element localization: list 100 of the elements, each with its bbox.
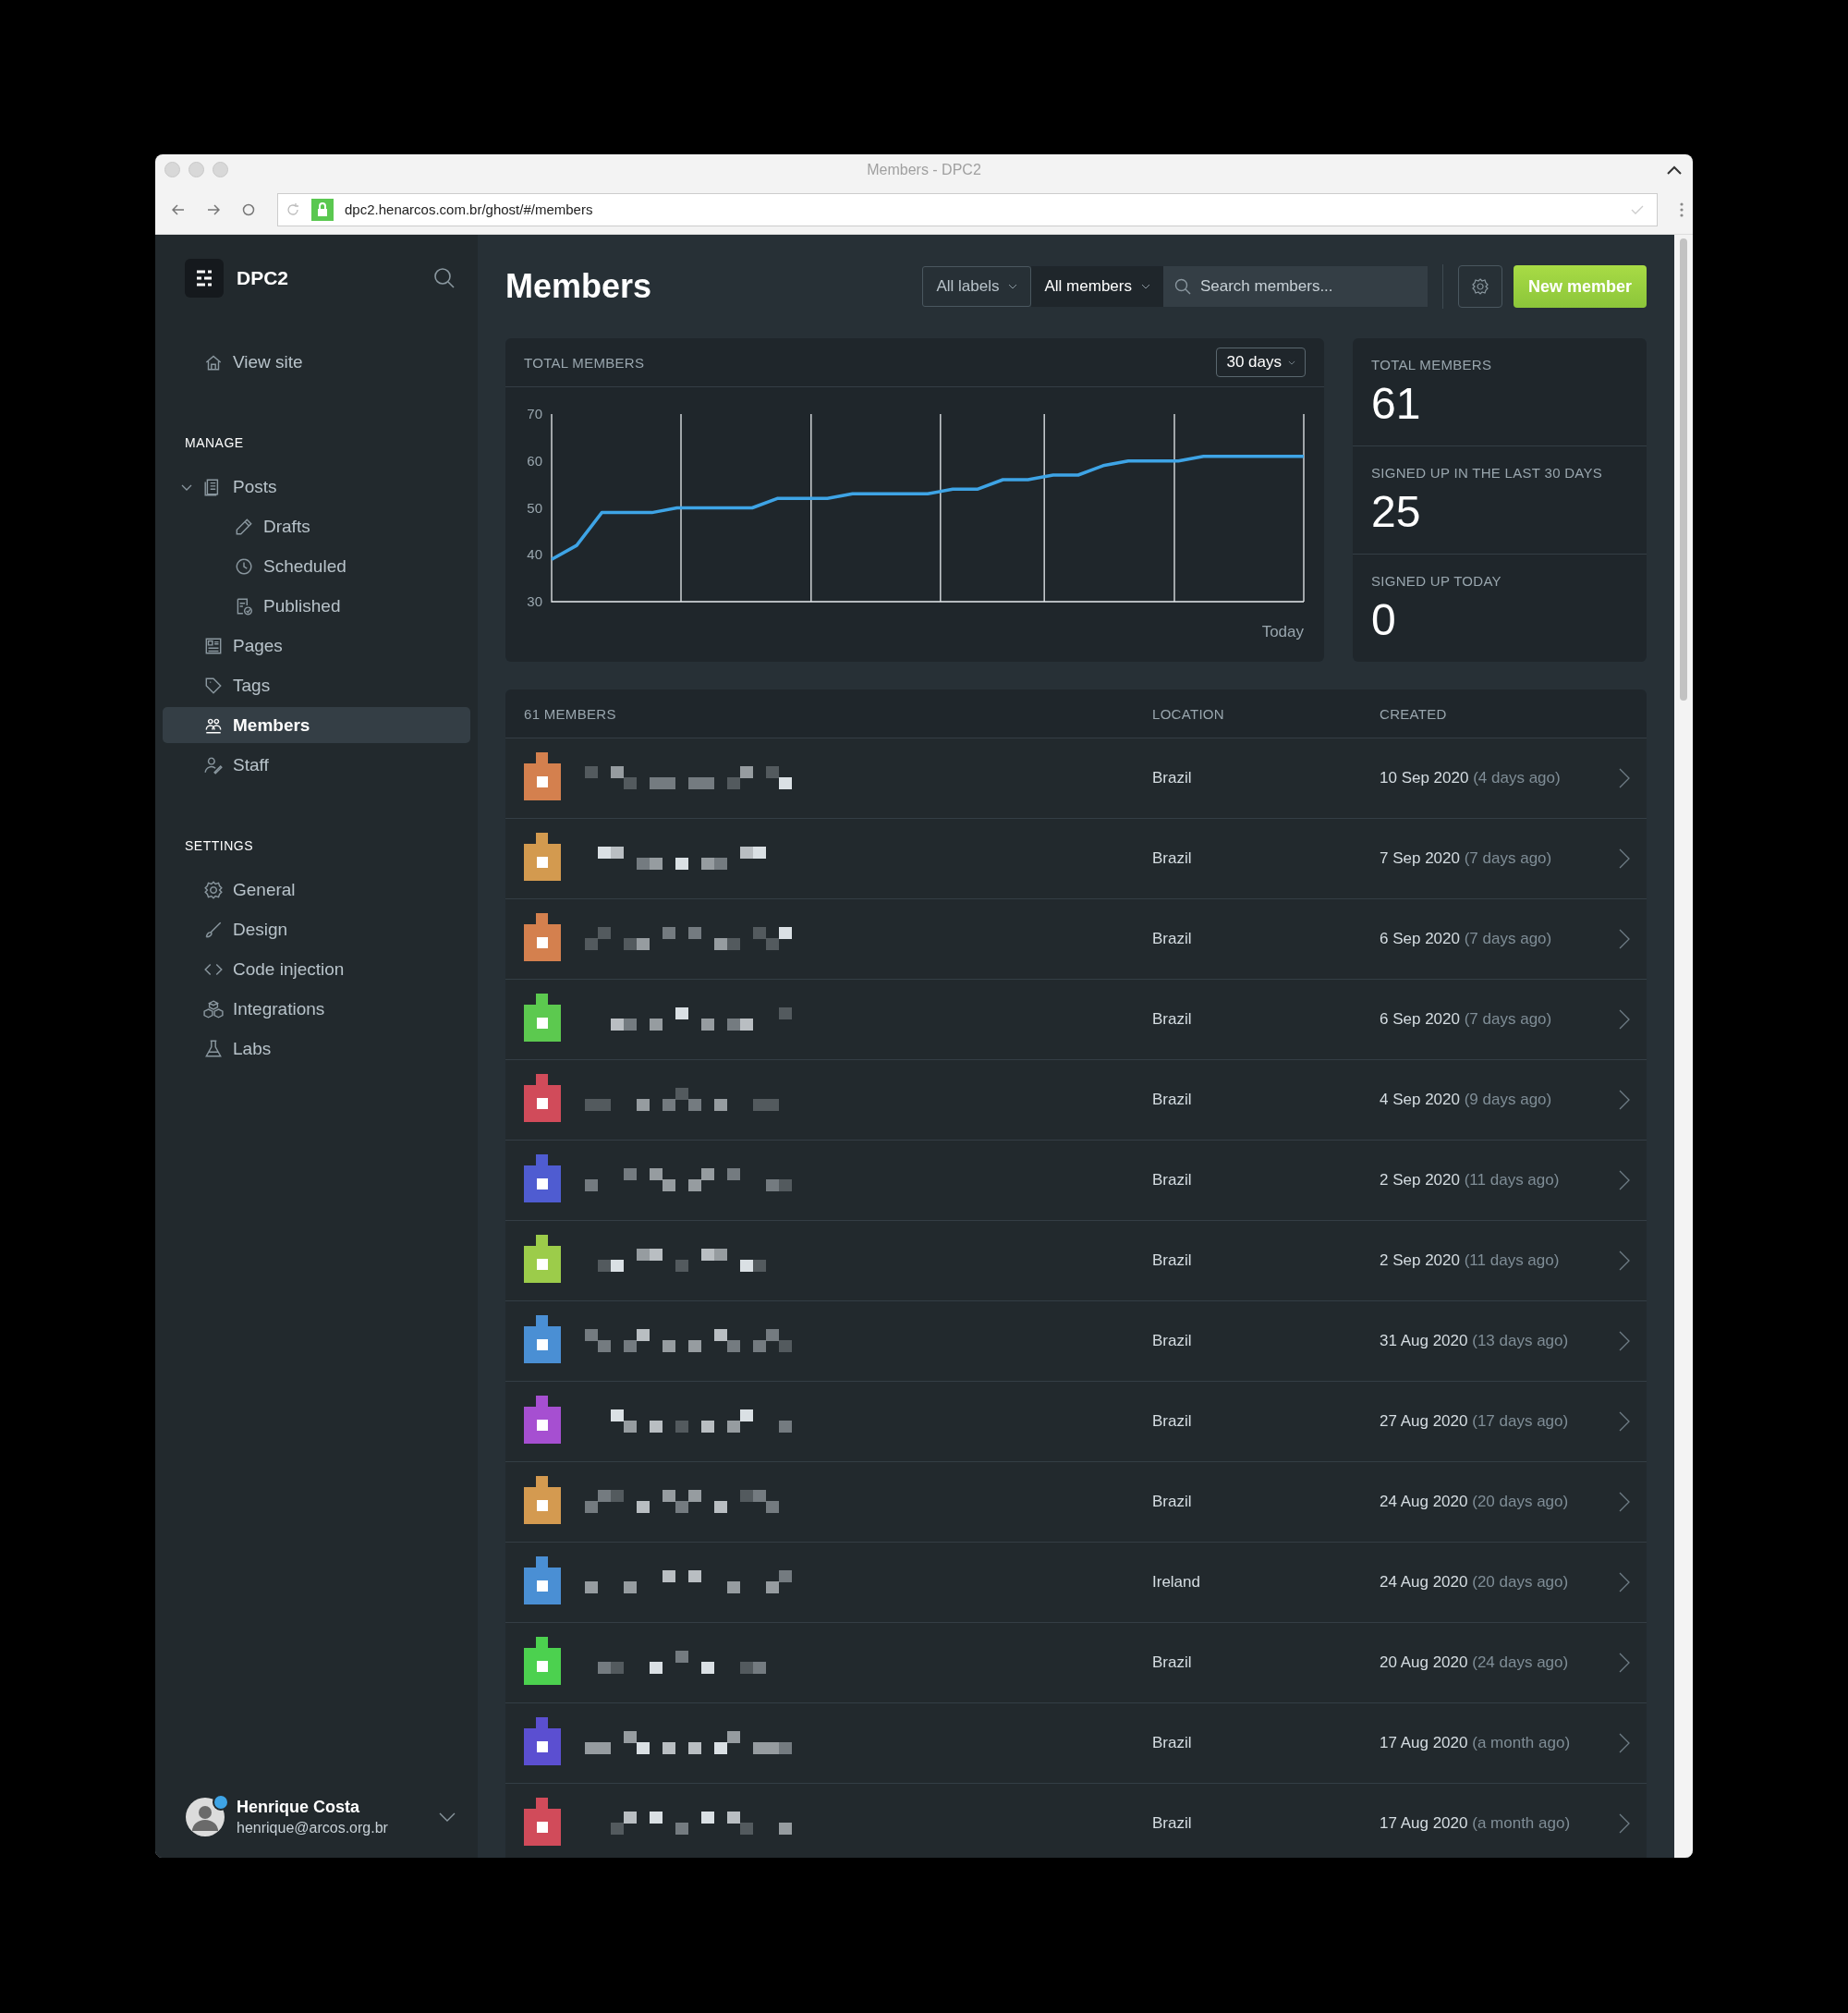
location-cell-text: Brazil [1152, 769, 1193, 787]
view-site-link[interactable]: View site [163, 344, 470, 380]
nav-item[interactable]: Design [163, 911, 470, 947]
settings-button[interactable] [1457, 265, 1502, 308]
chevron-right-icon[interactable] [1619, 1492, 1630, 1512]
caret-icon [1008, 284, 1018, 289]
location-cell-text: Brazil [1152, 1814, 1193, 1833]
nav-subitem[interactable]: Drafts [163, 508, 470, 544]
settings-icon [1470, 277, 1489, 296]
chevron-right-icon[interactable] [1619, 1170, 1630, 1190]
nav-item[interactable]: Labs [163, 1031, 470, 1067]
labels-filter[interactable]: All labels [922, 266, 1032, 307]
window-title: Members - DPC2 [867, 161, 981, 178]
chevron-right-icon[interactable] [1619, 1813, 1630, 1834]
created-cell-text: 10 Sep 2020 (4 days ago) [1380, 769, 1562, 787]
caret-icon [1140, 284, 1150, 289]
created-cell-text: 17 Aug 2020 (a month ago) [1380, 1734, 1572, 1752]
address-bar[interactable]: dpc2.henarcos.com.br/ghost/#/members [277, 192, 1658, 226]
nav-item[interactable]: Code injection [163, 951, 470, 987]
chevron-right-icon[interactable] [1619, 1090, 1630, 1110]
user-email: henrique@arcos.org.br [237, 1820, 389, 1836]
location-cell-text: Brazil [1152, 849, 1193, 868]
location-cell-text: Brazil [1152, 1010, 1193, 1029]
y-tick-label: 60 [527, 452, 542, 469]
members-filter[interactable]: All members [1031, 266, 1163, 307]
location-cell-text: Brazil [1152, 1251, 1193, 1270]
lock-icon [311, 198, 334, 221]
created-cell-text: 24 Aug 2020 (20 days ago) [1380, 1493, 1570, 1511]
location-cell-text: Brazil [1152, 1412, 1193, 1431]
column-header: CREATED [1380, 705, 1448, 722]
column-header: 61 MEMBERS [524, 705, 617, 722]
stat-label: SIGNED UP IN THE LAST 30 DAYS [1371, 465, 1604, 481]
stat-value: 61 [1371, 378, 1422, 429]
scrollbar[interactable] [1674, 235, 1693, 1858]
chevron-right-icon[interactable] [1619, 768, 1630, 788]
caret-icon [1288, 360, 1295, 365]
nav-item[interactable]: Members [163, 707, 470, 743]
today-label: Today [1261, 623, 1304, 640]
location-cell-text: Brazil [1152, 1653, 1193, 1672]
section-heading: SETTINGS [184, 838, 254, 853]
chevron-right-icon[interactable] [1619, 929, 1630, 949]
location-cell-text: Brazil [1152, 1171, 1193, 1190]
stat-label: SIGNED UP TODAY [1371, 573, 1502, 589]
created-cell-text: 31 Aug 2020 (13 days ago) [1380, 1332, 1570, 1350]
chevron-right-icon[interactable] [1619, 1411, 1630, 1432]
chevron-right-icon[interactable] [1619, 1653, 1630, 1673]
chevron-right-icon[interactable] [1619, 1331, 1630, 1351]
stat-value: 25 [1371, 486, 1422, 537]
user-avatar [185, 1797, 225, 1837]
range-dropdown[interactable]: 30 days [1216, 348, 1306, 377]
more-icon[interactable] [1680, 201, 1684, 217]
url-text: dpc2.henarcos.com.br/ghost/#/members [345, 201, 594, 217]
nav-item[interactable]: Pages [163, 628, 470, 664]
nav-item[interactable]: General [163, 872, 470, 908]
nav-item[interactable]: Posts [163, 469, 470, 505]
chevron-right-icon[interactable] [1619, 1250, 1630, 1271]
chevron-down-icon[interactable] [439, 1812, 456, 1822]
nav-subitem[interactable]: Scheduled [163, 548, 470, 584]
created-cell-text: 20 Aug 2020 (24 days ago) [1380, 1653, 1570, 1672]
site-name: DPC2 [237, 267, 290, 289]
created-cell-text: 7 Sep 2020 (7 days ago) [1380, 849, 1553, 868]
nav-icon [234, 516, 254, 537]
chevron-right-icon[interactable] [1619, 1733, 1630, 1753]
stop-icon[interactable] [242, 202, 255, 216]
nav-subitem[interactable]: Published [163, 588, 470, 624]
nav-icon [203, 1038, 224, 1059]
reload-icon[interactable] [286, 201, 300, 217]
created-cell-text: 2 Sep 2020 (11 days ago) [1380, 1171, 1561, 1190]
y-tick-label: 40 [527, 546, 542, 563]
location-cell-text: Ireland [1152, 1573, 1201, 1592]
search-icon[interactable] [433, 267, 456, 289]
column-header: LOCATION [1152, 705, 1225, 722]
location-cell-text: Brazil [1152, 1091, 1193, 1109]
location-cell-text: Brazil [1152, 1734, 1193, 1752]
created-cell-text: 17 Aug 2020 (a month ago) [1380, 1814, 1572, 1833]
forward-icon[interactable] [207, 203, 220, 215]
stat-value: 0 [1371, 594, 1397, 645]
created-cell-text: 27 Aug 2020 (17 days ago) [1380, 1412, 1570, 1431]
checkmark-icon [1631, 204, 1644, 214]
created-cell-text: 4 Sep 2020 (9 days ago) [1380, 1091, 1553, 1109]
chevron-right-icon[interactable] [1619, 848, 1630, 869]
created-cell-text: 2 Sep 2020 (11 days ago) [1380, 1251, 1561, 1270]
search-field[interactable]: Search members... [1162, 266, 1428, 307]
nav-item[interactable]: Integrations [163, 991, 470, 1027]
back-icon[interactable] [172, 203, 185, 215]
stat-label: TOTAL MEMBERS [1371, 357, 1493, 372]
chevron-right-icon[interactable] [1619, 1009, 1630, 1030]
page-title: Members [505, 267, 652, 306]
created-cell-text: 24 Aug 2020 (20 days ago) [1380, 1573, 1570, 1592]
y-tick-label: 50 [527, 499, 542, 516]
nav-item[interactable]: Tags [163, 667, 470, 703]
y-tick-label: 30 [527, 593, 542, 609]
created-cell-text: 6 Sep 2020 (7 days ago) [1380, 930, 1553, 948]
nav-item[interactable]: Staff [163, 747, 470, 783]
chevron-up-icon[interactable] [1667, 165, 1682, 175]
created-cell-text: 6 Sep 2020 (7 days ago) [1380, 1010, 1553, 1029]
user-name: Henrique Costa [237, 1798, 361, 1817]
chart-title: TOTAL MEMBERS [524, 354, 645, 371]
chevron-right-icon[interactable] [1619, 1572, 1630, 1592]
location-cell-text: Brazil [1152, 930, 1193, 948]
